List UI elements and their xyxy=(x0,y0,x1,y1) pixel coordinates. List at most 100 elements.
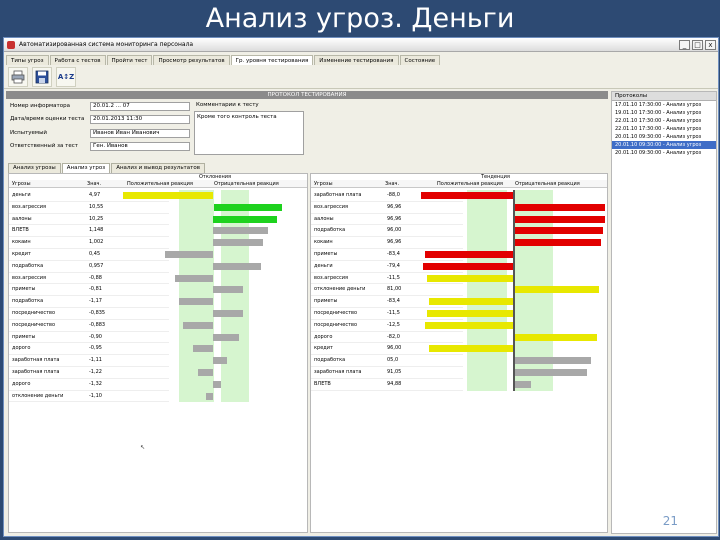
threat-name[interactable]: аалоны xyxy=(314,216,334,222)
col-threats[interactable]: Угрозы xyxy=(314,181,333,187)
row-divider xyxy=(9,307,169,308)
col-positive-reaction: Положительная реакция xyxy=(437,181,503,187)
threat-value: 96,00 xyxy=(387,345,402,352)
threat-bar xyxy=(427,274,513,282)
tab-tests-work[interactable]: Работа с тестов xyxy=(49,55,106,65)
threat-name[interactable]: деньги xyxy=(314,263,333,269)
threat-bar xyxy=(515,203,605,211)
protocols-list-title: Протоколы xyxy=(612,92,716,101)
threat-name[interactable]: аалоны xyxy=(12,216,32,222)
tab-take-test[interactable]: Пройти тест xyxy=(106,55,153,65)
maximize-button[interactable]: □ xyxy=(692,39,703,50)
threat-name[interactable]: заработная плата xyxy=(314,192,361,198)
threat-name[interactable]: приметы xyxy=(12,334,35,340)
threat-name[interactable]: подработка xyxy=(314,227,345,233)
date-field[interactable]: 20.01.2013 11:30 xyxy=(90,115,190,124)
threat-bar xyxy=(175,274,213,282)
threat-name[interactable]: дорого xyxy=(12,345,30,351)
informant-field[interactable]: 20.01.2 ... 07 xyxy=(90,102,190,111)
threat-name[interactable]: посредничество xyxy=(314,322,357,328)
threat-name[interactable]: дорого xyxy=(12,381,30,387)
print-icon xyxy=(11,70,25,83)
threat-bar xyxy=(425,321,513,329)
threat-value: 4,97 xyxy=(89,192,101,198)
threat-name[interactable]: подработка xyxy=(12,263,43,269)
protocol-list-item[interactable]: 20.01.10 09:30:00 - Анализ угроз xyxy=(612,141,716,149)
threat-name[interactable]: воз.агрессия xyxy=(12,204,46,210)
protocol-list-item[interactable]: 22.01.10 17:30:00 - Анализ угроз xyxy=(612,125,716,133)
protocol-list-item[interactable]: 22.01.10 17:30:00 - Анализ угроз xyxy=(612,117,716,125)
tab-change-testing[interactable]: Изменение тестирования xyxy=(314,55,399,65)
app-icon xyxy=(7,40,15,49)
threat-bar xyxy=(515,369,587,376)
threat-name[interactable]: воз.агрессия xyxy=(314,204,348,210)
protocol-header: ПРОТОКОЛ ТЕСТИРОВАНИЯ xyxy=(6,91,608,99)
row-divider xyxy=(311,259,463,261)
threat-name[interactable]: приметы xyxy=(12,286,35,292)
tab-state[interactable]: Состояние xyxy=(399,55,441,65)
threat-name[interactable]: заработная плата xyxy=(314,369,361,375)
minimize-button[interactable]: _ xyxy=(679,39,690,50)
threat-name[interactable]: заработная плата xyxy=(12,357,59,363)
comment-textarea[interactable]: Кроме того контроль теста xyxy=(194,111,304,155)
threat-value: -0,883 xyxy=(89,321,106,328)
threat-name[interactable]: подработка xyxy=(12,298,43,304)
threat-name[interactable]: ВЛЕТВ xyxy=(314,381,331,387)
threat-bar xyxy=(198,369,213,376)
threat-name[interactable]: воз.агрессия xyxy=(314,275,348,281)
col-value[interactable]: Знач. xyxy=(385,181,399,187)
threat-name[interactable]: отклонение деньги xyxy=(314,286,365,292)
sort-az-button[interactable]: A↕Z xyxy=(56,66,76,87)
col-value[interactable]: Знач. xyxy=(87,181,101,187)
threat-name[interactable]: приметы xyxy=(314,298,337,304)
save-button[interactable] xyxy=(32,66,52,87)
protocol-list-item[interactable]: 20.01.10 09:30:00 - Анализ угроз xyxy=(612,149,716,157)
threat-name[interactable]: кредит xyxy=(314,345,333,351)
threat-value: -12,5 xyxy=(387,321,400,328)
subject-field[interactable]: Иванов Иван Иванович xyxy=(90,129,190,138)
responsible-field[interactable]: Ген. Иванов xyxy=(90,142,190,151)
row-divider xyxy=(9,200,169,202)
subtab-threat-analysis[interactable]: Анализ угрозы xyxy=(8,163,61,173)
row-divider xyxy=(311,224,463,226)
tab-view-results[interactable]: Просмотр результатов xyxy=(153,55,230,65)
threat-name[interactable]: кокаин xyxy=(12,239,31,245)
threat-name[interactable]: кредит xyxy=(12,251,31,257)
threat-value: 96,96 xyxy=(387,239,402,246)
protocol-list-item[interactable]: 20.01.10 09:30:00 - Анализ угроз xyxy=(612,133,716,141)
threat-bar xyxy=(515,357,591,365)
threat-name[interactable]: ВЛЕТВ xyxy=(12,227,29,233)
threat-name[interactable]: посредничество xyxy=(12,310,55,316)
subtab-results-output[interactable]: Анализ и вывод результатов xyxy=(111,163,205,173)
threat-name[interactable]: деньги xyxy=(12,192,31,198)
threat-value: 10,25 xyxy=(89,215,104,222)
tab-testing-level[interactable]: Гр. уровня тестирования xyxy=(230,55,314,65)
threat-name[interactable]: посредничество xyxy=(12,322,55,328)
subtab-threats-analysis[interactable]: Анализ угроз xyxy=(61,163,111,173)
threat-name[interactable]: подработка xyxy=(314,357,345,363)
threat-name[interactable]: дорого xyxy=(314,334,332,340)
protocols-list: Протоколы 17.01.10 17:30:00 - Анализ угр… xyxy=(611,91,717,534)
tab-threat-types[interactable]: Типы угроз xyxy=(6,55,49,65)
close-button[interactable]: x xyxy=(705,39,716,50)
print-button[interactable] xyxy=(8,66,28,87)
threat-name[interactable]: посредничество xyxy=(314,310,357,316)
row-divider xyxy=(311,366,463,367)
threat-value: -1,22 xyxy=(89,369,102,375)
protocol-list-item[interactable]: 17.01.10 17:30:00 - Анализ угроз xyxy=(612,101,716,109)
threat-bar xyxy=(425,251,513,258)
threat-bar xyxy=(214,203,282,211)
threat-value: 0,45 xyxy=(89,251,101,257)
field-label-informant: Номер информатора xyxy=(10,103,70,109)
threat-name[interactable]: приметы xyxy=(314,251,337,257)
threat-name[interactable]: кокаин xyxy=(314,239,333,245)
threat-bar xyxy=(515,333,597,341)
threat-name[interactable]: заработная плата xyxy=(12,369,59,375)
protocol-list-item[interactable]: 19.01.10 17:30:00 - Анализ угроз xyxy=(612,109,716,117)
threat-value: -88,0 xyxy=(387,192,400,198)
threat-name[interactable]: воз.агрессия xyxy=(12,275,46,281)
col-threats[interactable]: Угрозы xyxy=(12,181,31,187)
row-divider xyxy=(311,354,463,356)
field-label-subject: Испытуемый xyxy=(10,130,47,136)
threat-name[interactable]: отклонение деньги xyxy=(12,393,63,399)
